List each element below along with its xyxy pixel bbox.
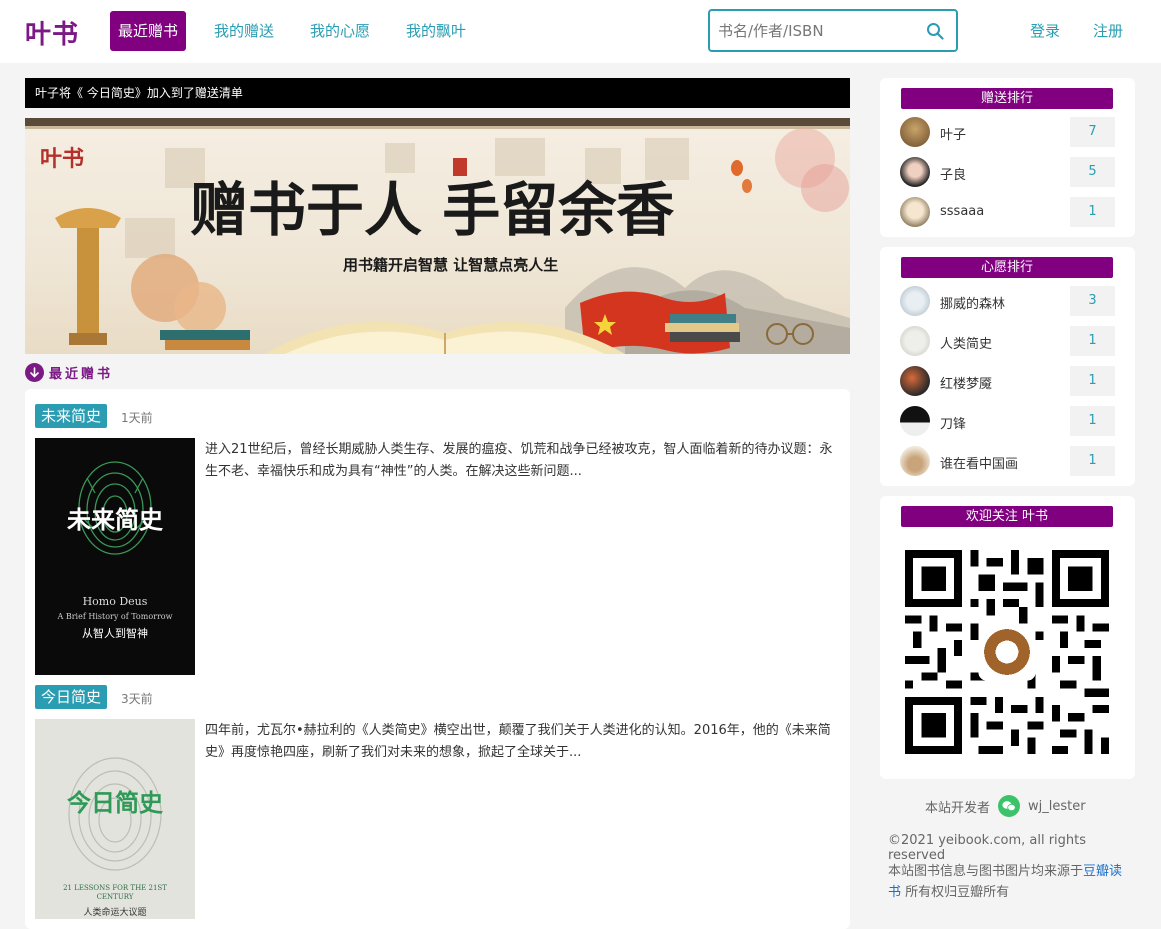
book-cover[interactable]: 未来简史 Homo Deus A Brief History of Tomorr… — [35, 438, 195, 675]
rank-count: 5 — [1070, 157, 1115, 187]
follow-card: 欢迎关注 叶书 — [880, 496, 1135, 779]
rank-count: 7 — [1070, 117, 1115, 147]
copyright: ©2021 yeibook.com, all rights reserved — [888, 833, 1087, 863]
rank-name: sssaaa — [940, 204, 985, 219]
navbar: 叶书 最近赠书 我的赠送 我的心愿 我的飘叶 登录 注册 — [0, 0, 1161, 63]
rank-row[interactable]: 叶子 7 — [900, 117, 1115, 149]
banner-artwork: 叶书 赠书于人 手留余香 用书籍开启智慧 让智慧点亮人生 — [25, 118, 850, 354]
rank-row[interactable]: 挪威的森林 3 — [900, 286, 1115, 318]
donate-rank-card: 赠送排行 叶子 7 子良 5 sssaaa 1 — [880, 78, 1135, 237]
book-description: 四年前，尤瓦尔•赫拉利的《人类简史》横空出世，颠覆了我们关于人类进化的认知。20… — [205, 723, 831, 760]
nav-my-leaves[interactable]: 我的飘叶 — [398, 11, 474, 51]
rank-count: 1 — [1070, 446, 1115, 476]
rank-row[interactable]: 刀锋 1 — [900, 406, 1115, 438]
rank-count: 1 — [1070, 326, 1115, 356]
banner-headline: 赠书于人 手留余香 — [190, 176, 674, 244]
cover-en: 21 LESSONS FOR THE 21ST CENTURY — [63, 884, 167, 901]
cover-en-sub: A Brief History of Tomorrow — [57, 612, 173, 621]
site-logo[interactable]: 叶书 — [25, 14, 79, 51]
cover-sub: 人类命运大议题 — [83, 906, 146, 918]
developer-wechat: wj_lester — [1028, 798, 1086, 814]
rank-count: 1 — [1070, 406, 1115, 436]
wechat-icon — [998, 795, 1021, 817]
rank-name: 挪威的森林 — [940, 297, 1006, 312]
book-time: 1天前 — [121, 411, 153, 425]
book-cover[interactable]: 今日简史 21 LESSONS FOR THE 21ST CENTURY 人类命… — [35, 719, 195, 919]
book-feed: 未来简史 1天前 未来简史 Homo Deus A Brief History … — [25, 389, 850, 929]
source-suffix: 所有权归豆瓣所有 — [901, 885, 1010, 900]
rank-name: 谁在看中国画 — [940, 457, 1019, 472]
cover-sub: 从智人到智神 — [82, 626, 148, 640]
register-link[interactable]: 注册 — [1093, 20, 1123, 41]
avatar — [900, 366, 930, 396]
qr-code-icon — [905, 550, 1109, 754]
rank-name: 叶子 — [940, 128, 967, 143]
avatar — [900, 117, 930, 147]
nav-recent-gifts[interactable]: 最近赠书 — [110, 11, 187, 51]
search-box — [708, 9, 958, 52]
rank-row[interactable]: 谁在看中国画 1 — [900, 446, 1115, 478]
cover-en: Homo Deus — [83, 595, 148, 608]
wish-rank-card: 心愿排行 挪威的森林 3 人类简史 1 红楼梦魇 1 刀锋 1 谁在看中国画 1 — [880, 247, 1135, 486]
banner-subline: 用书籍开启智慧 让智慧点亮人生 — [343, 256, 558, 274]
book-time: 3天前 — [121, 692, 153, 706]
wish-rank-title: 心愿排行 — [901, 257, 1113, 278]
rank-name: 红楼梦魇 — [940, 377, 993, 392]
avatar — [900, 326, 930, 356]
search-icon[interactable] — [926, 22, 944, 40]
hero-banner: 叶书 赠书于人 手留余香 用书籍开启智慧 让智慧点亮人生 — [25, 118, 850, 354]
follow-title: 欢迎关注 叶书 — [901, 506, 1113, 527]
book-description: 进入21世纪后，曾经长期威胁人类生存、发展的瘟疫、饥荒和战争已经被攻克，智人面临… — [205, 442, 833, 479]
avatar — [900, 406, 930, 436]
rank-count: 1 — [1070, 197, 1115, 227]
donate-rank-title: 赠送排行 — [901, 88, 1113, 109]
avatar — [900, 446, 930, 476]
rank-row[interactable]: 人类简史 1 — [900, 326, 1115, 358]
source-note: 本站图书信息与图书图片均来源于豆瓣读书 所有权归豆瓣所有 — [880, 861, 1135, 903]
banner-logo-text: 叶书 — [40, 146, 84, 172]
arrow-down-circle-icon — [25, 362, 44, 382]
rank-row[interactable]: 红楼梦魇 1 — [900, 366, 1115, 398]
avatar — [900, 286, 930, 316]
nav-my-gifts[interactable]: 我的赠送 — [206, 11, 282, 51]
book-title-tag[interactable]: 今日简史 — [35, 685, 108, 709]
activity-marquee: 叶子将《 今日简史》加入到了赠送清单 — [25, 78, 850, 108]
rank-row[interactable]: 子良 5 — [900, 157, 1115, 189]
rank-row[interactable]: sssaaa 1 — [900, 197, 1115, 229]
book-title-tag[interactable]: 未来简史 — [35, 404, 108, 428]
login-link[interactable]: 登录 — [1030, 20, 1060, 41]
avatar — [900, 157, 930, 187]
rank-name: 人类简史 — [940, 337, 993, 352]
source-prefix: 本站图书信息与图书图片均来源于 — [888, 864, 1084, 879]
rank-count: 1 — [1070, 366, 1115, 396]
cover-title: 今日简史 — [67, 788, 164, 817]
rank-count: 3 — [1070, 286, 1115, 316]
rank-name: 刀锋 — [940, 417, 967, 432]
avatar — [900, 197, 930, 227]
developer-info: 本站开发者 wj_lester — [880, 795, 1135, 817]
section-title-label: 最近赠书 — [49, 366, 114, 382]
nav-my-wishes[interactable]: 我的心愿 — [302, 11, 378, 51]
cover-title: 未来简史 — [67, 505, 164, 534]
developer-label: 本站开发者 — [925, 800, 991, 816]
rank-name: 子良 — [940, 168, 967, 183]
search-input[interactable] — [718, 20, 918, 42]
section-title-recent: 最近赠书 — [25, 361, 113, 383]
